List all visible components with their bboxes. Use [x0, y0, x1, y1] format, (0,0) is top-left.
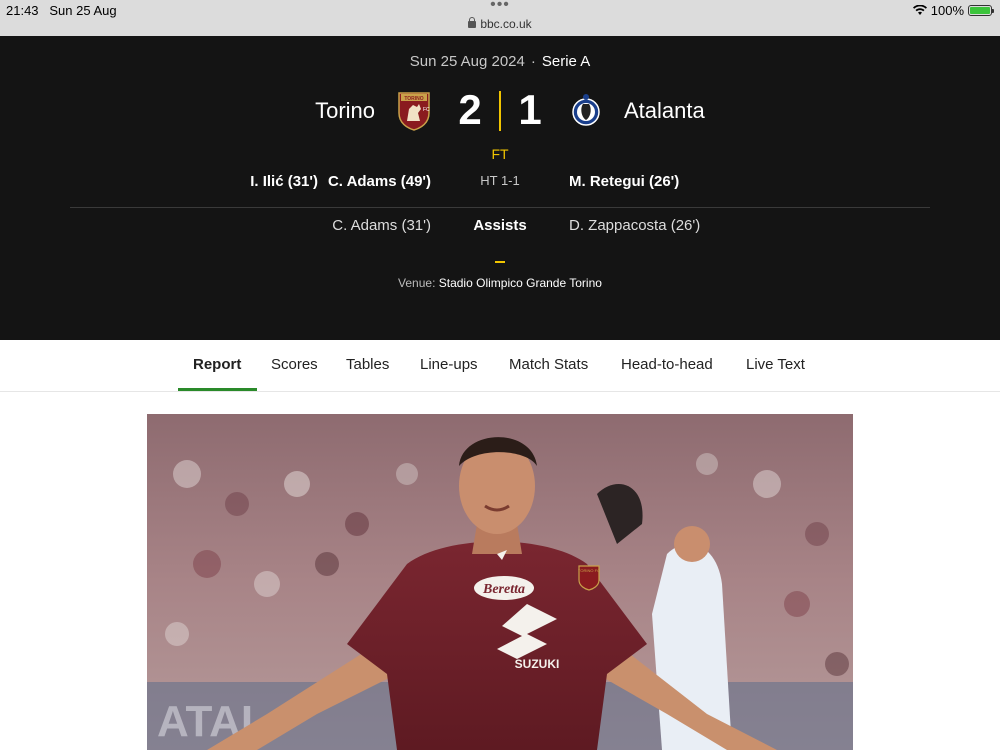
report-photo[interactable]: ATAL Beretta SUZUKI TORINO FC — [147, 414, 853, 750]
url-bar[interactable]: bbc.co.uk — [0, 17, 1000, 31]
torino-crest-icon: TORINO FC — [398, 92, 430, 131]
status-bar: 21:43 Sun 25 Aug ••• bbc.co.uk 100% — [0, 0, 1000, 36]
away-scorers: M. Retegui (26') — [569, 173, 679, 190]
score-divider — [499, 91, 501, 131]
battery-percent: 100% — [930, 3, 964, 18]
assists-label: Assists — [473, 217, 527, 234]
photo-illustration: ATAL Beretta SUZUKI TORINO FC — [147, 414, 853, 750]
half-time-score: HT 1-1 — [480, 173, 520, 188]
home-team-name[interactable]: Torino — [315, 98, 375, 124]
wifi-icon — [912, 5, 927, 15]
home-score: 2 — [458, 86, 482, 133]
match-tabs: Report Scores Tables Line-ups Match Stat… — [0, 340, 1000, 392]
venue: Venue: Stadio Olimpico Grande Torino — [0, 276, 1000, 290]
atalanta-crest-icon — [572, 94, 600, 126]
url-text: bbc.co.uk — [480, 17, 532, 31]
tab-line-ups[interactable]: Line-ups — [420, 356, 478, 373]
expand-dash-icon[interactable] — [495, 261, 505, 263]
header-divider — [70, 207, 930, 208]
sponsor-text: Beretta — [482, 582, 525, 597]
tab-report[interactable]: Report — [193, 356, 241, 373]
shirt-crest-text: TORINO FC — [578, 568, 600, 573]
status-indicators: 100% — [912, 3, 994, 18]
active-tab-indicator — [178, 388, 257, 391]
match-date: Sun 25 Aug 2024 — [409, 53, 525, 70]
match-header: Sun 25 Aug 2024 · Serie A Torino TORINO FC… — [0, 36, 1000, 340]
away-assists: D. Zappacosta (26') — [569, 217, 701, 234]
competition-link[interactable]: Serie A — [542, 53, 590, 70]
svg-text:FC: FC — [423, 107, 430, 113]
lock-icon — [468, 17, 477, 28]
tab-tables[interactable]: Tables — [346, 356, 389, 373]
tab-scores[interactable]: Scores — [271, 356, 318, 373]
tab-head-to-head[interactable]: Head-to-head — [621, 356, 713, 373]
match-meta: Sun 25 Aug 2024 · Serie A — [409, 53, 591, 70]
away-scorer: M. Retegui (26') — [569, 173, 680, 190]
away-team-name[interactable]: Atalanta — [624, 98, 705, 124]
tab-match-stats[interactable]: Match Stats — [509, 356, 588, 373]
venue-name: Stadio Olimpico Grande Torino — [438, 276, 602, 290]
svg-text:TORINO: TORINO — [404, 96, 423, 102]
battery-icon — [968, 5, 994, 16]
shirt-maker-text: SUZUKI — [515, 657, 560, 671]
more-dots-icon[interactable]: ••• — [0, 0, 1000, 14]
venue-label: Venue: — [398, 276, 436, 290]
tab-live-text[interactable]: Live Text — [746, 356, 805, 373]
match-status: FT — [491, 146, 509, 162]
away-score: 1 — [518, 86, 542, 133]
